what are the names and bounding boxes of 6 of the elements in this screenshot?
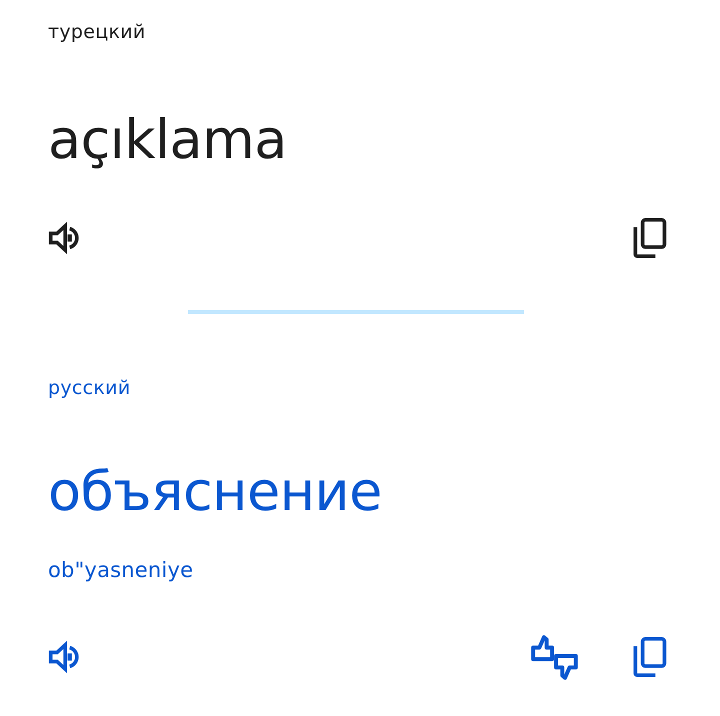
target-language-label: русский [48,376,130,400]
thumbs-up-down-icon[interactable] [530,634,580,680]
source-language-label: турецкий [48,20,146,44]
translation-text: объяснение [48,459,382,525]
source-text: açıklama [48,107,287,173]
transliteration-text: ob"yasneniye [48,557,194,584]
